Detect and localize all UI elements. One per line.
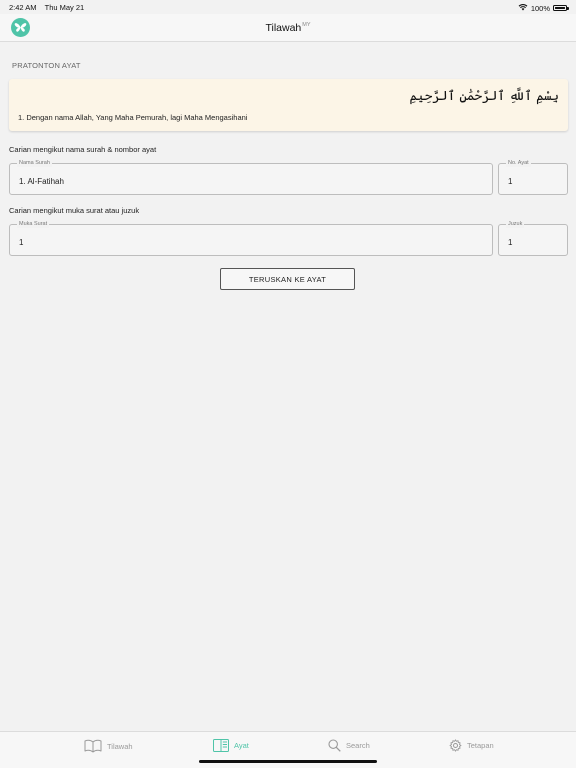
verse-arabic-text: بِسْمِ ٱللَّهِ ٱلرَّحْمَٰنِ ٱلرَّحِيمِ — [409, 89, 559, 104]
tab-ayat[interactable]: Ayat — [213, 739, 249, 752]
verse-translation: 1. Dengan nama Allah, Yang Maha Pemurah,… — [18, 113, 248, 122]
status-bar: 2:42 AM Thu May 21 100% — [0, 0, 576, 14]
app-title: Tilawah — [265, 22, 302, 34]
page-number-field[interactable]: Muka Surat 1 — [9, 221, 493, 256]
page-number-legend: Muka Surat — [17, 221, 50, 228]
tab-tilawah-label: Tilawah — [107, 741, 133, 751]
tab-tetapan[interactable]: Tetapan — [449, 739, 494, 752]
gear-icon — [449, 739, 462, 752]
juzuk-field[interactable]: Juzuk 1 — [498, 221, 568, 256]
page-title: TilawahMY — [0, 22, 576, 34]
open-book-icon — [84, 739, 102, 753]
ayat-number-value: 1 — [508, 177, 513, 186]
surah-name-legend: Nama Surah — [17, 160, 52, 167]
battery-percent: 100% — [530, 3, 550, 13]
ayat-number-legend: No. Ayat — [506, 160, 531, 167]
surah-search-label: Carian mengikut nama surah & nombor ayat — [9, 145, 157, 154]
verse-preview-card: بِسْمِ ٱللَّهِ ٱلرَّحْمَٰنِ ٱلرَّحِيمِ 1… — [9, 79, 568, 131]
tab-ayat-label: Ayat — [234, 741, 249, 750]
page-search-label: Carian mengikut muka surat atau juzuk — [9, 206, 140, 215]
status-date: Thu May 21 — [44, 3, 85, 12]
page-number-value: 1 — [19, 238, 24, 247]
battery-level-fill — [555, 7, 565, 9]
wifi-icon — [518, 3, 528, 13]
ayat-book-icon — [213, 739, 229, 752]
surah-name-value: 1. Al-Fatihah — [19, 177, 64, 186]
tab-tilawah[interactable]: Tilawah — [84, 739, 133, 753]
tab-search[interactable]: Search — [328, 739, 370, 752]
status-time: 2:42 AM — [9, 3, 37, 12]
preview-section-label: PRATONTON AYAT — [12, 61, 81, 70]
go-to-ayat-button[interactable]: TERUSKAN KE AYAT — [220, 268, 355, 290]
battery-icon — [553, 5, 569, 11]
juzuk-value: 1 — [508, 238, 513, 247]
search-icon — [328, 739, 341, 752]
app-title-suffix: MY — [302, 22, 311, 28]
navigation-bar: TilawahMY — [0, 14, 576, 42]
juzuk-legend: Juzuk — [506, 221, 525, 228]
home-indicator[interactable] — [199, 760, 377, 763]
surah-name-field[interactable]: Nama Surah 1. Al-Fatihah — [9, 160, 493, 195]
ayat-number-field[interactable]: No. Ayat 1 — [498, 160, 568, 195]
tab-tetapan-label: Tetapan — [467, 741, 494, 750]
tab-search-label: Search — [346, 741, 370, 750]
